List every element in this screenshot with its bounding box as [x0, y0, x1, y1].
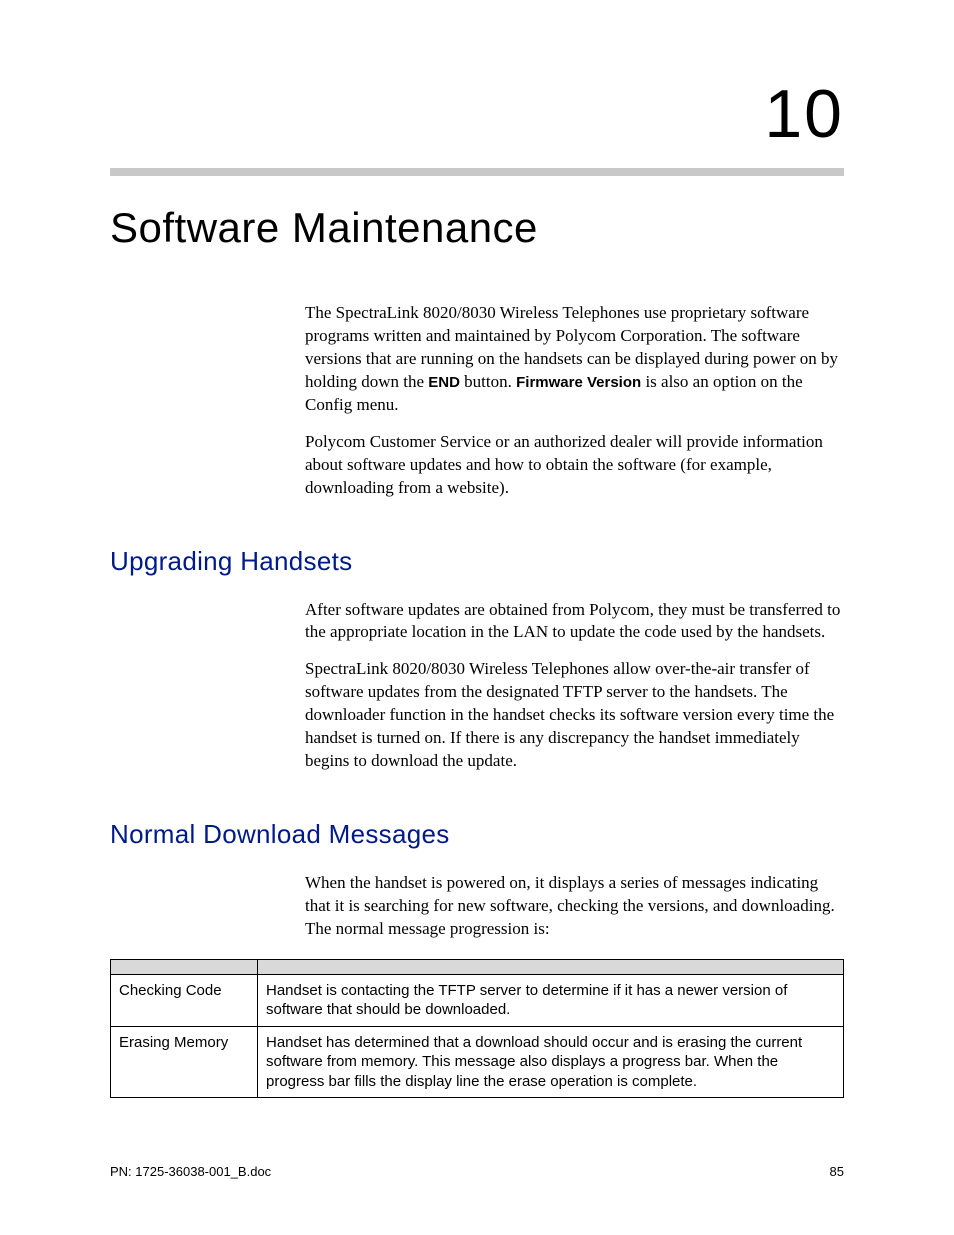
chapter-title: Software Maintenance: [110, 204, 844, 252]
footer-doc-id: PN: 1725-36038-001_B.doc: [110, 1164, 271, 1179]
horizontal-rule: [110, 168, 844, 176]
table-row: Checking Code Handset is contacting the …: [111, 974, 844, 1026]
download-block: When the handset is powered on, it displ…: [305, 872, 844, 941]
table-header-cell: [111, 959, 258, 974]
table-cell-desc: Handset is contacting the TFTP server to…: [258, 974, 844, 1026]
upgrading-paragraph-2: SpectraLink 8020/8030 Wireless Telephone…: [305, 658, 844, 773]
section-heading-upgrading: Upgrading Handsets: [110, 546, 844, 577]
footer-page-number: 85: [830, 1164, 844, 1179]
table-cell-desc: Handset has determined that a download s…: [258, 1026, 844, 1098]
text-run: button.: [460, 372, 516, 391]
upgrading-block: After software updates are obtained from…: [305, 599, 844, 774]
page-footer: PN: 1725-36038-001_B.doc 85: [110, 1164, 844, 1179]
intro-block: The SpectraLink 8020/8030 Wireless Telep…: [305, 302, 844, 500]
firmware-version-bold: Firmware Version: [516, 374, 641, 391]
table-cell-label: Checking Code: [111, 974, 258, 1026]
table-header-cell: [258, 959, 844, 974]
download-messages-table: Checking Code Handset is contacting the …: [110, 959, 844, 1099]
end-bold: END: [428, 374, 460, 391]
download-paragraph-1: When the handset is powered on, it displ…: [305, 872, 844, 941]
table-cell-label: Erasing Memory: [111, 1026, 258, 1098]
intro-paragraph-1: The SpectraLink 8020/8030 Wireless Telep…: [305, 302, 844, 417]
intro-paragraph-2: Polycom Customer Service or an authorize…: [305, 431, 844, 500]
section-heading-download: Normal Download Messages: [110, 819, 844, 850]
upgrading-paragraph-1: After software updates are obtained from…: [305, 599, 844, 645]
table-header-row: [111, 959, 844, 974]
table-row: Erasing Memory Handset has determined th…: [111, 1026, 844, 1098]
chapter-number: 10: [110, 80, 844, 148]
